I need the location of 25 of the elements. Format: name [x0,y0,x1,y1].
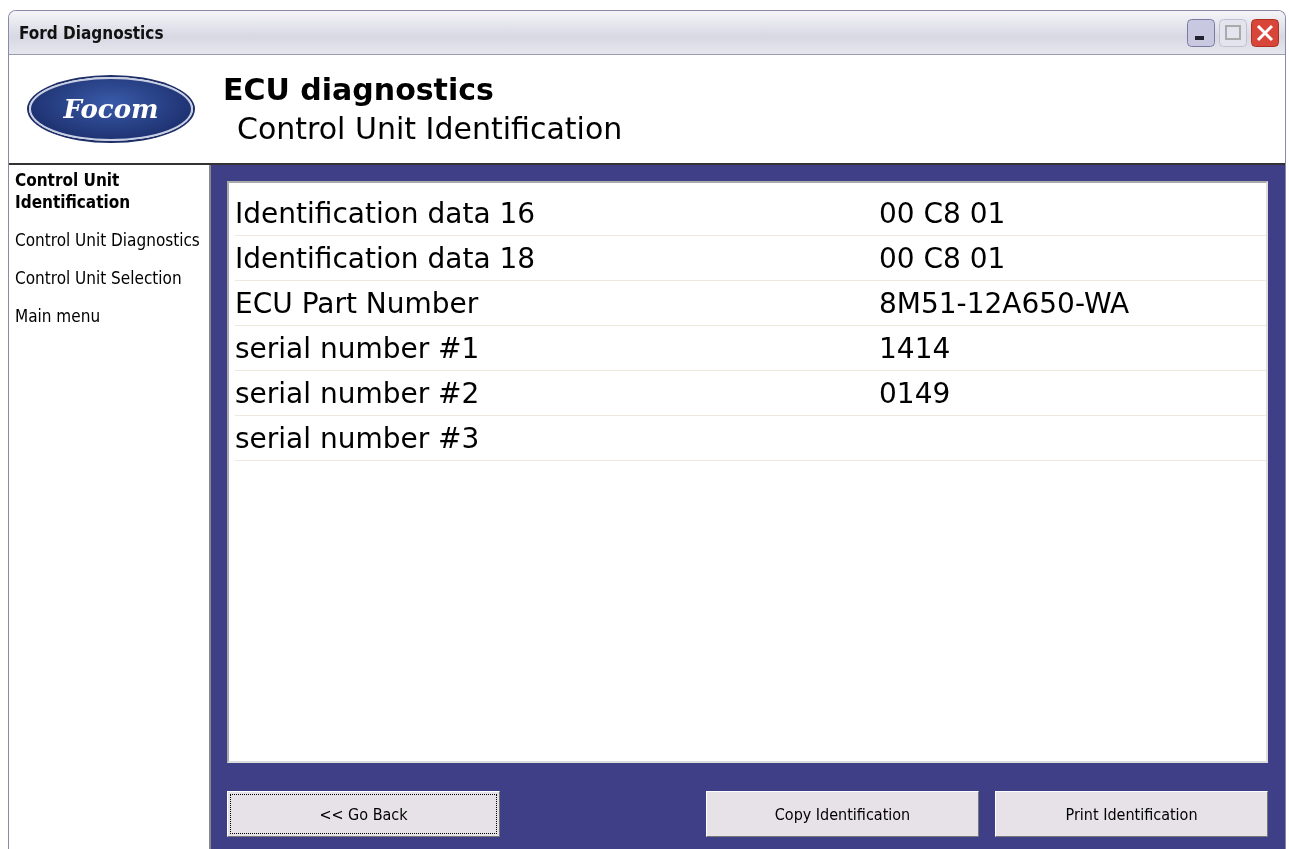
field-label: serial number #1 [235,331,481,365]
field-label: serial number #2 [235,376,481,410]
sidebar-item[interactable]: Control Unit Identification [15,169,203,213]
field-value: 0149 [879,376,951,410]
sidebar-item[interactable]: Main menu [15,305,203,327]
page-title: ECU diagnostics [223,72,495,107]
sidebar-item[interactable]: Control Unit Selection [15,267,203,289]
field-label: Identification data 18 [235,241,537,275]
field-value: 00 C8 01 [879,241,1006,275]
field-value: 00 C8 01 [879,196,1006,230]
action-button[interactable]: << Go Back [227,791,500,837]
window-title: Ford Diagnostics [19,22,164,43]
field-label: ECU Part Number [235,286,480,320]
close-icon[interactable] [1251,18,1279,47]
sidebar-item[interactable]: Control Unit Diagnostics [15,229,203,251]
minimize-icon[interactable] [1187,18,1215,47]
field-value: 1414 [879,331,951,365]
maximize-icon [1219,18,1247,47]
page-subtitle: Control Unit Identification [236,111,623,146]
action-button[interactable]: Copy Identification [706,791,979,837]
field-label: Identification data 16 [235,196,537,230]
field-label: serial number #3 [235,421,481,455]
action-button[interactable]: Print Identification [995,791,1268,837]
logo: Focom [29,77,193,141]
field-value: 8M51-12A650-WA [879,286,1130,320]
